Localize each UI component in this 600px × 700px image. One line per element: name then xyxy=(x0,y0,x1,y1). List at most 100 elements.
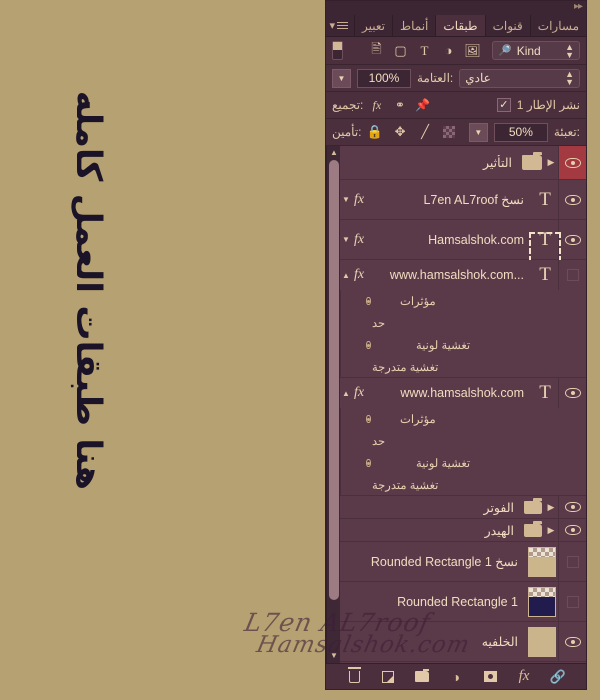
layer-visibility-toggle[interactable] xyxy=(558,146,586,179)
adjustment-layer-icon[interactable]: ◑ xyxy=(447,668,465,686)
opacity-input[interactable]: 100% xyxy=(357,68,411,88)
table-row[interactable]: ▶ الفوتر xyxy=(340,496,586,519)
image-icon[interactable]: 🖼 xyxy=(464,43,481,58)
group-disclosure-icon[interactable]: ▶ xyxy=(544,502,558,513)
layer-visibility-toggle[interactable] xyxy=(558,542,586,581)
list-item[interactable]: تغشية متدرجة xyxy=(340,474,586,496)
layer-name: نسخ L7en AL7roof xyxy=(423,193,524,207)
panel-menu-button[interactable]: ▾ xyxy=(323,15,354,36)
layer-scrollbar[interactable]: ▲ ▼ xyxy=(326,146,340,663)
layer-mask-icon[interactable] xyxy=(481,668,499,686)
fx-badge-icon[interactable]: fx xyxy=(352,267,364,283)
table-row[interactable]: ▶ التأثير xyxy=(340,146,586,180)
fx-badge-icon[interactable]: fx xyxy=(352,385,364,401)
type-icon[interactable]: T xyxy=(417,43,432,58)
layer-visibility-toggle[interactable] xyxy=(558,496,586,518)
move-lock-icon[interactable]: ✥ xyxy=(393,124,408,140)
filter-kind-select[interactable]: 🔍 Kind ▲ ▼ xyxy=(492,41,580,60)
effect-visibility-toggle[interactable] xyxy=(340,474,368,495)
effects-visibility-toggle[interactable] xyxy=(340,290,368,312)
shape-icon[interactable]: ▢ xyxy=(393,43,408,58)
table-row[interactable]: الخلفيه xyxy=(340,622,586,662)
opacity-dropdown-button[interactable]: ▼ xyxy=(332,68,351,88)
fx-icon[interactable]: fx xyxy=(369,98,384,113)
new-group-icon[interactable] xyxy=(413,668,431,686)
fx-disclosure-icon[interactable]: ▲ xyxy=(340,389,352,398)
chevron-updown-icon[interactable]: ▲ ▼ xyxy=(565,70,574,87)
smart-object-icon[interactable]: 🖹 xyxy=(369,41,384,58)
tab-styles-label: أنماط xyxy=(400,18,429,33)
delete-layer-icon[interactable] xyxy=(345,666,363,686)
scrollbar-thumb[interactable] xyxy=(329,160,339,600)
fx-badge-icon[interactable]: fx xyxy=(352,232,364,248)
blend-mode-select[interactable]: عادي ▲ ▼ xyxy=(459,68,580,88)
link-ellipse-icon[interactable]: ⚭ xyxy=(392,98,407,113)
layer-visibility-toggle[interactable] xyxy=(558,378,586,408)
list-item[interactable]: تغشية لونية xyxy=(340,334,586,356)
transparency-lock-icon[interactable] xyxy=(442,126,455,138)
effect-visibility-toggle[interactable] xyxy=(340,430,368,452)
adjustment-icon[interactable]: ◑ xyxy=(441,43,456,58)
new-layer-icon[interactable] xyxy=(379,668,397,686)
collapse-grip-icon[interactable]: ▸▸ xyxy=(574,2,583,12)
layer-style-fx-icon[interactable]: fx xyxy=(515,668,533,686)
effect-eye-slot[interactable] xyxy=(365,341,412,349)
layer-visibility-toggle[interactable] xyxy=(558,582,586,621)
effect-eye-slot[interactable] xyxy=(365,459,412,467)
effect-visibility-toggle[interactable] xyxy=(340,356,368,377)
brush-lock-icon[interactable]: ╱ xyxy=(418,124,433,140)
fx-badge-icon[interactable]: fx xyxy=(352,192,364,208)
layer-visibility-toggle[interactable] xyxy=(558,260,586,290)
layer-thumbnail[interactable] xyxy=(528,586,556,617)
table-row[interactable]: Rounded Rectangle 1 xyxy=(340,582,586,622)
tab-paths[interactable]: مسارات xyxy=(529,15,586,36)
table-row[interactable]: نسخ Rounded Rectangle 1 xyxy=(340,542,586,582)
table-row[interactable]: T www.hamsalshok.com... fx ▲ xyxy=(340,260,586,290)
chevron-updown-icon[interactable]: ▲ ▼ xyxy=(565,42,574,59)
table-row[interactable]: T نسخ L7en AL7roof fx ▼ xyxy=(340,180,586,220)
layer-thumbnail[interactable] xyxy=(528,626,556,657)
effects-visibility-toggle[interactable] xyxy=(340,408,368,430)
table-row[interactable]: ▶ الهيدر xyxy=(340,519,586,542)
list-item[interactable]: حد xyxy=(340,430,586,452)
fill-dropdown-button[interactable]: ▼ xyxy=(468,122,488,142)
layer-visibility-toggle[interactable] xyxy=(558,519,586,541)
group-disclosure-icon[interactable]: ▶ xyxy=(544,157,558,168)
tab-expression[interactable]: تعبير xyxy=(354,15,392,36)
list-item[interactable]: تغشية متدرجة xyxy=(340,356,586,378)
pin-icon[interactable]: 📌 xyxy=(415,98,430,113)
fx-disclosure-icon[interactable]: ▲ xyxy=(340,271,352,280)
fx-disclosure-icon[interactable]: ▼ xyxy=(340,235,352,244)
table-row[interactable]: T www.hamsalshok.com fx ▲ xyxy=(340,378,586,408)
filter-toggle[interactable] xyxy=(332,41,343,60)
scroll-down-icon[interactable]: ▼ xyxy=(329,651,339,661)
propagate-checkbox[interactable]: ✓ xyxy=(496,98,511,112)
link-layers-icon[interactable]: 🔗 xyxy=(549,668,567,686)
tab-layers[interactable]: طبقات xyxy=(435,15,485,36)
tab-channels[interactable]: قنوات xyxy=(484,15,530,36)
effects-eye-slot[interactable] xyxy=(365,415,396,423)
effects-eye-slot[interactable] xyxy=(365,297,396,305)
layer-name: الهيدر xyxy=(484,523,514,538)
list-item[interactable]: حد xyxy=(340,312,586,334)
layer-visibility-toggle[interactable] xyxy=(558,220,586,259)
magnifier-icon: 🔍 xyxy=(498,45,512,57)
list-item[interactable]: مؤثرات xyxy=(340,290,586,312)
tab-styles[interactable]: أنماط xyxy=(392,15,435,36)
fill-input[interactable]: 50% xyxy=(493,122,548,142)
layer-thumbnail[interactable] xyxy=(528,546,556,577)
type-layer-icon: T xyxy=(539,264,551,285)
list-item[interactable]: تغشية لونية xyxy=(340,452,586,474)
layer-name: www.hamsalshok.com... xyxy=(389,268,524,282)
effect-visibility-toggle[interactable] xyxy=(340,312,368,334)
group-disclosure-icon[interactable]: ▶ xyxy=(544,525,558,536)
effect-visibility-toggle[interactable] xyxy=(340,452,368,474)
layer-visibility-toggle[interactable] xyxy=(558,180,586,219)
lock-all-icon[interactable]: 🔒 xyxy=(367,124,383,140)
fx-disclosure-icon[interactable]: ▼ xyxy=(340,195,352,204)
scroll-up-icon[interactable]: ▲ xyxy=(329,148,339,158)
effect-visibility-toggle[interactable] xyxy=(340,334,368,356)
layer-visibility-toggle[interactable] xyxy=(558,622,586,661)
list-item[interactable]: مؤثرات xyxy=(340,408,586,430)
table-row[interactable]: T Hamsalshok.com fx ▼ xyxy=(340,220,586,262)
